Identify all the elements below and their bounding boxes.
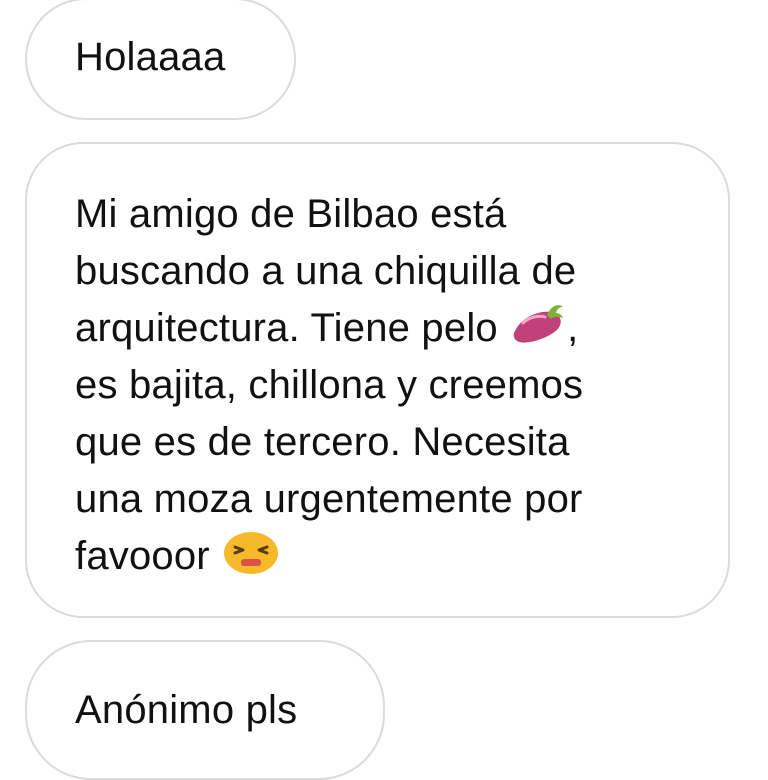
message-line-2: buscando a una chiquilla de — [75, 249, 577, 293]
message-line-1: Mi amigo de Bilbao está — [75, 192, 507, 236]
message-bubble-greeting[interactable]: Holaaaa — [25, 0, 296, 120]
message-line-3-comma: , — [567, 306, 579, 350]
message-line-4: es bajita, chillona y creemos — [75, 363, 584, 407]
message-line-7: favooor — [75, 528, 688, 585]
message-bubble-anonymous[interactable]: Anónimo pls — [25, 640, 385, 780]
message-line-7-text: favooor — [75, 534, 222, 578]
persevering-face-icon — [221, 529, 279, 575]
message-line-5: que es de tercero. Necesita — [75, 420, 570, 464]
message-text: Holaaaa — [75, 35, 226, 79]
message-line-6: una moza urgentemente por — [75, 477, 583, 521]
message-line-3-text: arquitectura. Tiene pelo — [75, 306, 510, 350]
message-text: Anónimo pls — [75, 688, 298, 732]
message-bubble-request[interactable]: Mi amigo de Bilbao está buscando a una c… — [25, 142, 730, 618]
eggplant-icon — [509, 301, 567, 347]
message-line-3: arquitectura. Tiene pelo , — [75, 300, 688, 357]
